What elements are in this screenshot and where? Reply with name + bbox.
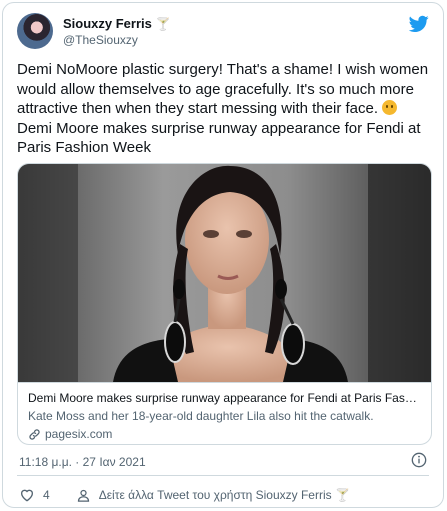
more-tweets-link[interactable]: Δείτε άλλα Tweet του χρήστη Siouxzy Ferr… — [76, 488, 350, 503]
card-title[interactable]: Demi Moore makes surprise runway appeara… — [28, 391, 423, 406]
card-image[interactable] — [18, 164, 432, 382]
more-tweets-text: Δείτε άλλα Tweet του χρήστη Siouxzy Ferr… — [98, 488, 350, 502]
display-name-text: Siouxzy Ferris — [63, 16, 152, 31]
divider — [17, 475, 429, 476]
user-handle[interactable]: @TheSiouxzy — [63, 32, 170, 48]
tweet-header: Siouxzy Ferris 🍸 @TheSiouxzy — [17, 13, 429, 53]
tweet-timestamp[interactable]: 11:18 μ.μ. · 27 Ιαν 2021 — [19, 455, 146, 469]
user-icon — [77, 489, 89, 502]
display-name[interactable]: Siouxzy Ferris 🍸 — [63, 16, 170, 32]
tweet-embed: Siouxzy Ferris 🍸 @TheSiouxzy Demi NoMoor… — [2, 2, 444, 508]
author-names[interactable]: Siouxzy Ferris 🍸 @TheSiouxzy — [63, 16, 170, 48]
cocktail-emoji: 🍸 — [155, 17, 171, 31]
tweet-text: Demi NoMoore plastic surgery! That's a s… — [17, 60, 435, 158]
info-icon[interactable] — [411, 452, 427, 468]
avatar[interactable] — [17, 13, 53, 49]
like-count: 4 — [43, 488, 50, 502]
twitter-bird-icon[interactable] — [409, 15, 429, 33]
card-domain-text: pagesix.com — [45, 427, 113, 441]
worried-face-emoji — [382, 100, 398, 115]
card-description: Kate Moss and her 18-year-old daughter L… — [28, 409, 374, 423]
tweet-text-main: Demi NoMoore plastic surgery! That's a s… — [17, 61, 433, 117]
heart-icon — [20, 489, 34, 502]
like-button[interactable]: 4 — [19, 487, 50, 503]
link-card[interactable]: Demi Moore makes surprise runway appeara… — [17, 163, 432, 445]
tweet-actions: 4 Δείτε άλλα Tweet του χρήστη Siouxzy Fe… — [19, 485, 429, 505]
card-domain: pagesix.com — [28, 427, 423, 442]
card-meta[interactable]: Demi Moore makes surprise runway appeara… — [18, 382, 431, 444]
tweet-text-tail: Demi Moore makes surprise runway appeara… — [17, 119, 421, 157]
link-icon — [29, 429, 40, 440]
